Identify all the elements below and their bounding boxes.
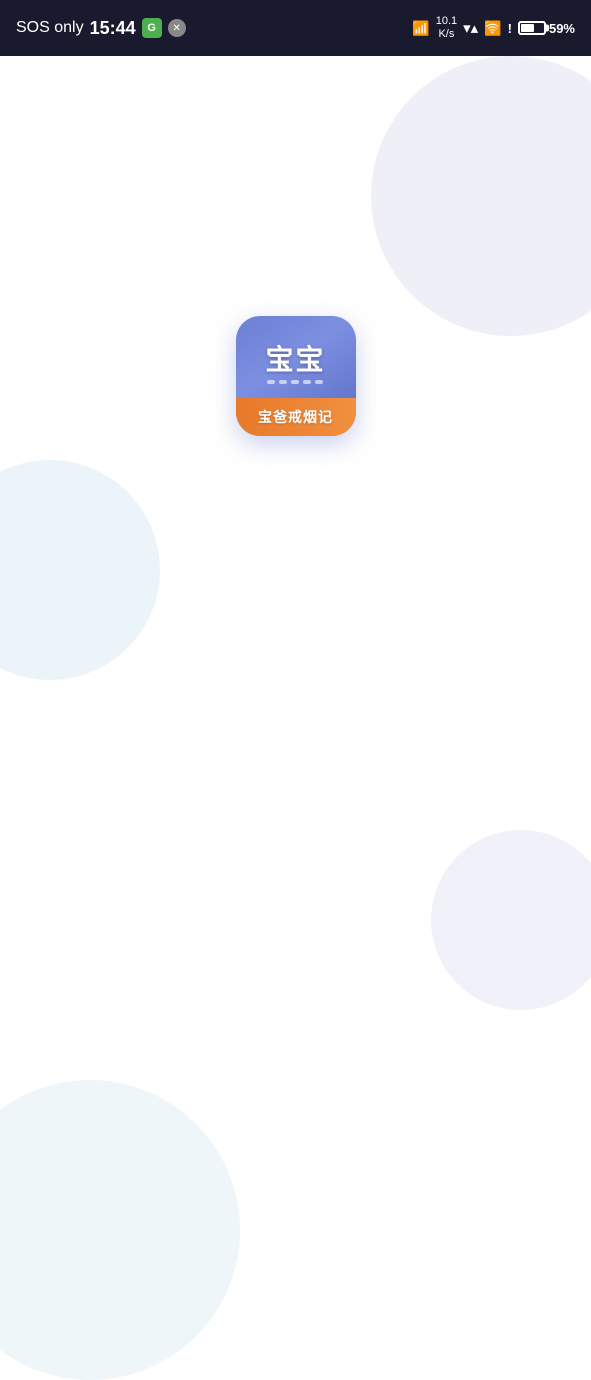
app-icon-container[interactable]: 宝宝 宝爸戒烟记 (236, 316, 356, 436)
battery-container: 59% (518, 21, 575, 36)
app-icon-top: 宝宝 (236, 316, 356, 398)
dot-1 (267, 380, 275, 384)
battery-percent: 59% (549, 21, 575, 36)
network-speed: 10.1 K/s (436, 15, 457, 41)
app-icon[interactable]: 宝宝 宝爸戒烟记 (236, 316, 356, 436)
alert-icon: ! (508, 21, 512, 36)
dot-3 (291, 380, 299, 384)
phone-icon: 📶 (412, 20, 429, 37)
x-icon: ✕ (168, 19, 186, 37)
dot-4 (303, 380, 311, 384)
app-icon-main-text: 宝宝 (265, 338, 325, 378)
app-icon-subtitle-text: 宝爸戒烟记 (258, 407, 333, 427)
signal-bars-icon: 🛜 (484, 20, 501, 37)
status-time: 15:44 (90, 18, 136, 39)
dot-5 (315, 380, 323, 384)
battery-fill (521, 24, 534, 32)
app-icon-dots (267, 380, 323, 384)
status-right: 📶 10.1 K/s ▾▴ 🛜 ! 59% (412, 15, 575, 41)
wifi-icon: ▾▴ (463, 19, 478, 37)
status-bar: SOS only 15:44 G ✕ 📶 10.1 K/s ▾▴ 🛜 ! 59% (0, 0, 591, 56)
g-icon: G (142, 18, 162, 38)
main-content: 宝宝 宝爸戒烟记 (0, 56, 591, 1280)
battery-icon (518, 21, 546, 35)
app-icon-bottom: 宝爸戒烟记 (236, 398, 356, 436)
status-left: SOS only 15:44 G ✕ (16, 18, 186, 39)
sos-text: SOS only (16, 19, 84, 37)
dot-2 (279, 380, 287, 384)
